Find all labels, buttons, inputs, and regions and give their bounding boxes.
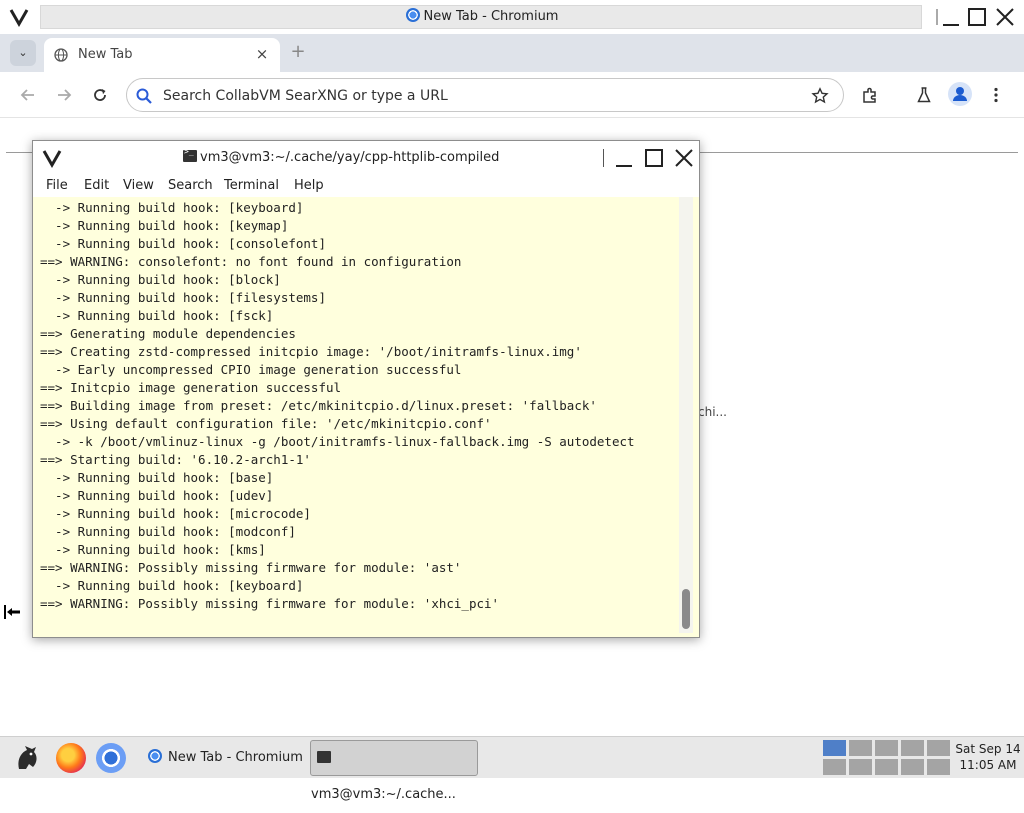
terminal-line: -> Running build hook: [block]: [40, 272, 281, 287]
terminal-line: -> Running build hook: [microcode]: [40, 506, 311, 521]
chrome-titlebar: New Tab - Chromium: [0, 0, 1024, 34]
titlebar-separator: [603, 149, 604, 167]
profile-avatar[interactable]: [948, 82, 972, 106]
search-icon: [136, 88, 152, 104]
clock-date: Sat Sep 14: [955, 742, 1021, 756]
terminal-line: -> Running build hook: [udev]: [40, 488, 274, 503]
workspace-2[interactable]: [848, 739, 873, 757]
terminal-minimize-button[interactable]: [613, 147, 635, 169]
forward-button[interactable]: [52, 83, 76, 107]
workspace-10[interactable]: [926, 758, 951, 776]
tab-new-tab[interactable]: New Tab ×: [44, 38, 280, 72]
terminal-scrollbar[interactable]: [679, 197, 693, 633]
task-terminal[interactable]: vm3@vm3:~/.cache...: [310, 740, 478, 802]
chrome-window-title: New Tab - Chromium: [41, 6, 923, 28]
terminal-window[interactable]: vm3@vm3:~/.cache/yay/cpp-httplib-compile…: [32, 140, 700, 638]
terminal-line: -> Running build hook: [base]: [40, 470, 274, 485]
menu-edit[interactable]: Edit: [84, 178, 109, 193]
terminal-icon: [183, 147, 197, 162]
reload-button[interactable]: [88, 83, 112, 107]
clock[interactable]: Sat Sep 14 11:05 AM: [954, 741, 1022, 773]
new-tab-button[interactable]: +: [288, 42, 308, 62]
task-chromium[interactable]: New Tab - Chromium: [144, 740, 306, 776]
terminal-line: -> -k /boot/vmlinuz-linux -g /boot/initr…: [40, 434, 635, 449]
terminal-line: ==> Generating module dependencies: [40, 326, 296, 341]
close-button[interactable]: [994, 6, 1016, 28]
chrome-menu-button[interactable]: [984, 83, 1008, 107]
workspace-1[interactable]: [822, 739, 847, 757]
chromium-icon: [148, 749, 162, 763]
workspace-6[interactable]: [822, 758, 847, 776]
menu-help[interactable]: Help: [294, 178, 324, 193]
terminal-line: ==> Initcpio image generation successful: [40, 380, 342, 395]
terminal-line: -> Running build hook: [modconf]: [40, 524, 296, 539]
shortcut-tile-label[interactable]: chi...: [698, 405, 727, 419]
omnibox-input[interactable]: [163, 87, 783, 105]
workspace-9[interactable]: [900, 758, 925, 776]
terminal-body[interactable]: -> Running build hook: [keyboard] -> Run…: [33, 197, 699, 637]
labs-flask-button[interactable]: [912, 83, 936, 107]
workspace-4[interactable]: [900, 739, 925, 757]
browser-toolbar: [0, 72, 1024, 118]
terminal-line: -> Running build hook: [kms]: [40, 542, 266, 557]
tab-search-button[interactable]: ⌄: [10, 40, 36, 66]
terminal-line: ==> Building image from preset: /etc/mki…: [40, 398, 597, 413]
workspace-pager[interactable]: [822, 739, 952, 777]
terminal-line: -> Running build hook: [keyboard]: [40, 578, 304, 593]
terminal-line: ==> WARNING: Possibly missing firmware f…: [40, 560, 462, 575]
terminal-line: -> Early uncompressed CPIO image generat…: [40, 362, 462, 377]
terminal-line: ==> WARNING: consolefont: no font found …: [40, 254, 462, 269]
terminal-menubar: File Edit View Search Terminal Help: [33, 175, 699, 197]
chromium-icon[interactable]: [96, 743, 126, 773]
chromium-icon: [405, 8, 420, 22]
workspace-3[interactable]: [874, 739, 899, 757]
window-menu-icon[interactable]: [41, 147, 63, 169]
workspace-8[interactable]: [874, 758, 899, 776]
window-menu-icon[interactable]: [8, 6, 30, 28]
terminal-titlebar[interactable]: vm3@vm3:~/.cache/yay/cpp-httplib-compile…: [33, 141, 699, 175]
terminal-title: vm3@vm3:~/.cache/yay/cpp-httplib-compile…: [183, 147, 499, 165]
taskbar: New Tab - Chromium vm3@vm3:~/.cache... S…: [0, 736, 1024, 802]
terminal-line: ==> Using default configuration file: '/…: [40, 416, 492, 431]
titlebar-separator: [926, 6, 938, 28]
terminal-icon: [317, 751, 331, 763]
terminal-line: -> Running build hook: [keyboard]: [40, 200, 304, 215]
minimize-button[interactable]: [940, 6, 962, 28]
extensions-button[interactable]: [858, 83, 882, 107]
terminal-line: ==> Creating zstd-compressed initcpio im…: [40, 344, 582, 359]
back-button[interactable]: [16, 83, 40, 107]
tab-label: New Tab: [78, 47, 133, 62]
workspace-5[interactable]: [926, 739, 951, 757]
menu-terminal[interactable]: Terminal: [224, 178, 279, 193]
address-bar[interactable]: [126, 78, 844, 112]
terminal-maximize-button[interactable]: [643, 147, 665, 169]
tab-strip: ⌄ New Tab × +: [0, 34, 1024, 72]
firefox-icon[interactable]: [56, 743, 86, 773]
resize-cursor-icon: [4, 605, 20, 619]
scrollbar-thumb[interactable]: [682, 589, 690, 629]
workspace-7[interactable]: [848, 758, 873, 776]
terminal-line: ==> Starting build: '6.10.2-arch1-1': [40, 452, 311, 467]
clock-time: 11:05 AM: [959, 758, 1017, 772]
person-icon: [953, 87, 967, 101]
terminal-output: -> Running build hook: [keyboard] -> Run…: [40, 199, 680, 613]
terminal-line: -> Running build hook: [consolefont]: [40, 236, 326, 251]
terminal-line: -> Running build hook: [fsck]: [40, 308, 274, 323]
terminal-line: -> Running build hook: [keymap]: [40, 218, 289, 233]
tab-close-icon[interactable]: ×: [254, 46, 270, 62]
maximize-button[interactable]: [966, 6, 988, 28]
bookmark-star-icon[interactable]: [811, 87, 829, 105]
terminal-line: ==> WARNING: Possibly missing firmware f…: [40, 596, 500, 611]
app-menu-icon[interactable]: [12, 743, 42, 773]
chrome-title-area: New Tab - Chromium: [40, 5, 922, 29]
menu-view[interactable]: View: [123, 178, 154, 193]
globe-icon: [54, 48, 68, 62]
terminal-line: -> Running build hook: [filesystems]: [40, 290, 326, 305]
terminal-close-button[interactable]: [673, 147, 695, 169]
menu-search[interactable]: Search: [168, 178, 213, 193]
menu-file[interactable]: File: [46, 178, 68, 193]
